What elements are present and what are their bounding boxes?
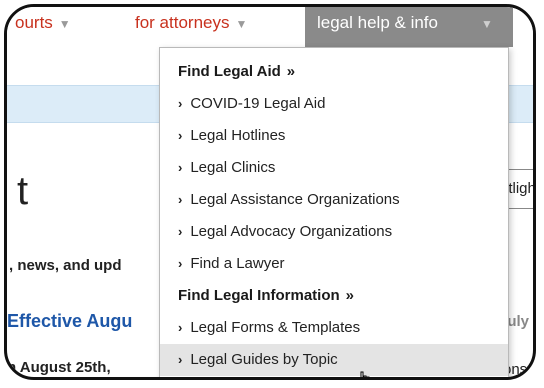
top-navigation: ourts ▼ for attorneys ▼ legal help & info … [7,7,533,47]
nav-courts-label: ourts [15,13,53,32]
chevron-right-icon: › [178,192,183,207]
chevron-right-icon: › [178,352,183,367]
nav-attorneys-label: for attorneys [135,13,230,32]
caret-down-icon: ▼ [481,17,493,31]
nav-legal-help-label: legal help & info [317,13,438,32]
menu-item-label: Legal Clinics [190,159,276,176]
chevron-right-icon: › [178,320,183,335]
menu-item-legal-hotlines[interactable]: › Legal Hotlines [160,120,508,152]
caret-down-icon: ▼ [235,17,248,31]
screenshot-frame: ourts ▼ for attorneys ▼ legal help & info … [4,4,536,380]
double-chevron-icon: » [286,63,296,80]
menu-item-label: Legal Hotlines [190,127,286,144]
menu-item-label: Legal Advocacy Organizations [190,223,393,240]
legal-help-dropdown-menu: Find Legal Aid » › COVID-19 Legal Aid › Leg… [159,47,509,377]
nav-for-attorneys[interactable]: for attorneys ▼ [135,13,247,33]
nav-legal-help-info[interactable]: legal help & info ▼ [305,7,513,47]
chevron-right-icon: › [178,256,183,271]
menu-item-legal-guides-by-topic[interactable]: › Legal Guides by Topic [160,344,508,376]
menu-item-label: Legal Guides by Topic [190,351,338,368]
section-find-legal-information[interactable]: Find Legal Information » [160,280,508,312]
chevron-right-icon: › [178,224,183,239]
menu-item-legal-assistance-orgs[interactable]: › Legal Assistance Organizations [160,184,508,216]
menu-item-label: COVID-19 Legal Aid [190,95,326,112]
news-intro-text: , news, and upd [9,257,122,274]
menu-item-find-a-lawyer[interactable]: › Find a Lawyer [160,248,508,280]
page-heading-fragment: t [17,169,29,213]
section-label: Find Legal Information [178,287,340,304]
chevron-right-icon: › [178,96,183,111]
menu-item-legal-advocacy-orgs[interactable]: › Legal Advocacy Organizations [160,216,508,248]
menu-item-label: Legal Assistance Organizations [190,191,400,208]
article-title-link[interactable]: Effective Augu [7,311,132,332]
menu-item-legal-clinics[interactable]: › Legal Clinics [160,152,508,184]
caret-down-icon: ▼ [58,17,71,31]
section-label: Find Legal Aid [178,63,281,80]
nav-courts[interactable]: ourts ▼ [15,13,71,33]
hand-pointer-cursor-icon [360,371,370,377]
menu-item-label: Legal Forms & Templates [190,319,361,336]
menu-item-legal-forms-templates[interactable]: › Legal Forms & Templates [160,312,508,344]
section-find-legal-aid[interactable]: Find Legal Aid » [160,56,508,88]
menu-item-covid-legal-aid[interactable]: › COVID-19 Legal Aid [160,88,508,120]
article-snippet: n August 25th, [7,359,111,376]
chevron-right-icon: › [178,128,183,143]
menu-item-label: Find a Lawyer [190,255,285,272]
double-chevron-icon: » [345,287,355,304]
chevron-right-icon: › [178,160,183,175]
